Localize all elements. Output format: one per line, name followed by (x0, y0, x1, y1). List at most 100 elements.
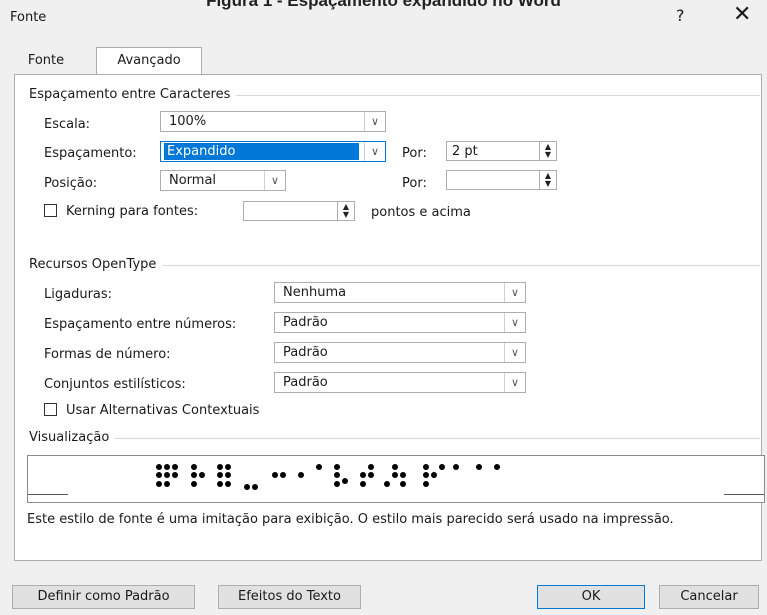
preview-glyph-dot (217, 472, 223, 478)
stylistic-sets-value: Padrão (283, 375, 328, 390)
preview-glyph-dot (164, 481, 170, 487)
preview-glyph-dot (217, 464, 223, 470)
number-spacing-value: Padrão (283, 315, 328, 330)
preview-glyph-dot (225, 472, 231, 478)
spacing-by-label: Por: (402, 146, 427, 161)
preview-glyph-dot (453, 464, 459, 470)
preview-glyph-dot (334, 464, 340, 470)
preview-glyph-dot (423, 472, 429, 478)
spacing-by-value: 2 pt (452, 144, 478, 159)
preview-baseline-left (28, 494, 68, 495)
preview-glyph-dot (392, 464, 398, 470)
preview-glyph-dot (439, 464, 445, 470)
preview-glyph-dot (225, 481, 231, 487)
opentype-group-label: Recursos OpenType (29, 257, 163, 272)
preview-glyph-dot (217, 481, 223, 487)
close-icon[interactable]: ✕ (733, 2, 751, 27)
preview-glyph-dot (400, 472, 406, 478)
preview-glyph-dot (199, 472, 205, 478)
preview-glyph-dot (164, 464, 170, 470)
stylistic-sets-select[interactable]: Padrão ∨ (274, 372, 526, 393)
ligatures-value: Nenhuma (283, 285, 347, 300)
preview-glyph-dot (384, 481, 390, 487)
cancel-button[interactable]: Cancelar (659, 585, 759, 609)
preview-glyph-dot (423, 464, 429, 470)
ok-button[interactable]: OK (537, 585, 645, 609)
tab-bar: Fonte Avançado (14, 47, 757, 74)
chevron-down-icon[interactable]: ∨ (504, 313, 525, 332)
preview-glyph-dot (156, 481, 162, 487)
preview-glyph-dot (156, 472, 162, 478)
figure-caption: Figura 1 - Espaçamento expandido no Word (206, 0, 561, 10)
chevron-down-icon[interactable]: ∨ (364, 142, 385, 161)
preview-glyph-dot (298, 472, 304, 478)
spacing-select[interactable]: Expandido ∨ (160, 141, 386, 162)
chevron-down-icon[interactable]: ∨ (264, 171, 285, 190)
kerning-suffix: pontos e acima (371, 205, 471, 220)
preview-description: Este estilo de fonte é uma imitação para… (27, 512, 674, 527)
ligatures-select[interactable]: Nenhuma ∨ (274, 282, 526, 303)
preview-glyph-dot (191, 464, 197, 470)
number-spacing-select[interactable]: Padrão ∨ (274, 312, 526, 333)
scale-label: Escala: (44, 117, 91, 132)
preview-glyph-dot (252, 484, 258, 490)
number-forms-select[interactable]: Padrão ∨ (274, 342, 526, 363)
preview-glyph-dot (334, 472, 340, 478)
position-label: Posição: (44, 176, 98, 191)
preview-baseline-right (724, 494, 764, 495)
spacing-group-label: Espaçamento entre Caracteres (29, 87, 237, 102)
spin-arrows-icon[interactable]: ▲ ▼ (539, 142, 556, 160)
chevron-down-icon[interactable]: ∨ (504, 343, 525, 362)
spacing-label: Espaçamento: (44, 146, 137, 161)
spacing-value: Expandido (164, 143, 359, 160)
spin-arrows-icon[interactable]: ▲ ▼ (539, 171, 556, 189)
kerning-input[interactable]: ▲ ▼ (243, 201, 355, 221)
preview-glyph-dot (368, 464, 374, 470)
preview-glyph-dot (191, 472, 197, 478)
spin-arrows-icon[interactable]: ▲ ▼ (337, 202, 354, 220)
tab-fonte[interactable]: Fonte (14, 48, 78, 73)
preview-glyph-dot (191, 481, 197, 487)
text-effects-button[interactable]: Efeitos do Texto (218, 585, 361, 609)
position-select[interactable]: Normal ∨ (160, 170, 286, 191)
number-forms-value: Padrão (283, 345, 328, 360)
chevron-down-icon[interactable]: ∨ (364, 112, 385, 131)
scale-select[interactable]: 100% ∨ (160, 111, 386, 132)
spacing-by-input[interactable]: 2 pt ▲ ▼ (446, 141, 557, 161)
preview-glyph-dot (316, 464, 322, 470)
position-by-input[interactable]: ▲ ▼ (446, 170, 557, 190)
number-forms-label: Formas de número: (44, 347, 171, 362)
kerning-checkbox[interactable] (44, 204, 57, 217)
preview-glyph-dot (342, 478, 348, 484)
preview-glyph-dot (431, 472, 437, 478)
preview-glyph-dot (272, 472, 278, 478)
preview-glyph-dot (392, 472, 398, 478)
preview-glyph-dot (156, 464, 162, 470)
chevron-down-icon[interactable]: ∨ (504, 283, 525, 302)
preview-glyph-dot (172, 464, 178, 470)
preview-glyph-dot (244, 484, 250, 490)
preview-glyph-dot (400, 481, 406, 487)
preview-glyph-dot (164, 472, 170, 478)
preview-box (27, 455, 765, 503)
help-button[interactable]: ? (676, 6, 685, 25)
preview-glyph-dot (368, 472, 374, 478)
position-value: Normal (169, 173, 217, 188)
ligatures-label: Ligaduras: (44, 287, 113, 302)
dialog-title: Fonte (10, 10, 47, 25)
preview-glyph-dot (172, 472, 178, 478)
number-spacing-label: Espaçamento entre números: (44, 317, 237, 332)
preview-glyph-dot (423, 481, 429, 487)
contextual-checkbox[interactable] (44, 403, 57, 416)
preview-glyph-dot (476, 464, 482, 470)
chevron-down-icon[interactable]: ∨ (504, 373, 525, 392)
preview-glyph-dot (360, 481, 366, 487)
tab-avancado[interactable]: Avançado (96, 47, 202, 74)
kerning-label: Kerning para fontes: (66, 204, 199, 219)
preview-glyph-dot (280, 472, 286, 478)
set-default-button[interactable]: Definir como Padrão (12, 585, 195, 609)
contextual-label: Usar Alternativas Contextuais (66, 403, 260, 418)
position-by-label: Por: (402, 176, 427, 191)
close-button[interactable]: ✕ (733, 2, 751, 27)
preview-glyph-dot (334, 481, 340, 487)
